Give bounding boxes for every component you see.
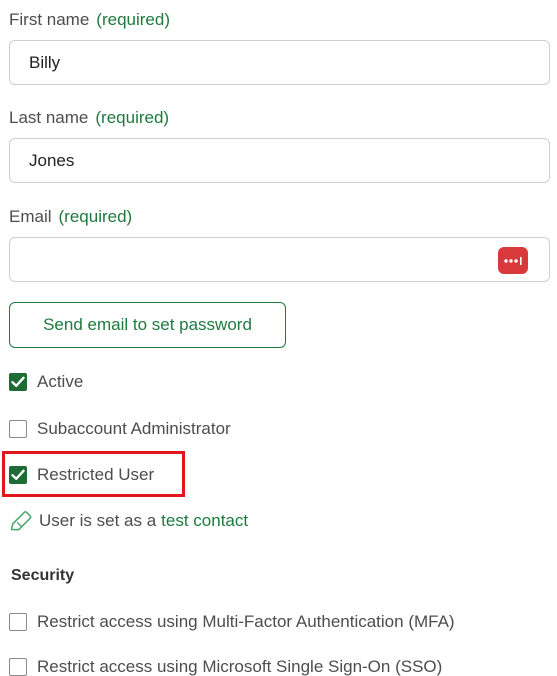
first-name-label-text: First name	[9, 10, 90, 29]
send-email-button[interactable]: Send email to set password	[9, 302, 286, 348]
subaccount-admin-checkbox[interactable]	[9, 420, 27, 438]
highlight-box	[2, 451, 185, 497]
required-indicator: (required)	[95, 108, 170, 127]
last-name-label: Last name (required)	[9, 108, 169, 128]
password-dots-icon[interactable]	[498, 247, 528, 274]
test-contact-link[interactable]: test contact	[161, 511, 248, 531]
email-label-text: Email	[9, 207, 52, 226]
first-name-label: First name (required)	[9, 10, 170, 30]
email-input[interactable]	[9, 237, 550, 282]
test-contact-text: User is set as a	[39, 511, 157, 530]
mfa-checkbox-row[interactable]: Restrict access using Multi-Factor Authe…	[9, 610, 455, 634]
checkmark-icon	[11, 376, 25, 387]
subaccount-admin-checkbox-row[interactable]: Subaccount Administrator	[9, 417, 231, 441]
active-checkbox[interactable]	[9, 373, 27, 391]
active-label: Active	[37, 372, 84, 391]
required-indicator: (required)	[96, 10, 170, 29]
active-checkbox-row[interactable]: Active	[9, 370, 83, 394]
tag-icon	[10, 511, 32, 531]
last-name-label-text: Last name	[9, 108, 89, 127]
subaccount-admin-label: Subaccount Administrator	[37, 419, 231, 438]
required-indicator: (required)	[58, 207, 133, 226]
test-contact-row: User is set as a test contact	[9, 509, 248, 533]
mfa-checkbox[interactable]	[9, 613, 27, 631]
last-name-input[interactable]	[9, 138, 550, 183]
sso-checkbox-row[interactable]: Restrict access using Microsoft Single S…	[9, 655, 442, 676]
user-form: First name (required) Last name (required)…	[0, 0, 557, 676]
mfa-label: Restrict access using Multi-Factor Authe…	[37, 612, 455, 631]
first-name-input[interactable]	[9, 40, 550, 85]
email-label: Email (required)	[9, 207, 132, 227]
security-heading: Security	[11, 567, 75, 584]
sso-checkbox[interactable]	[9, 658, 27, 676]
sso-label: Restrict access using Microsoft Single S…	[37, 657, 443, 676]
